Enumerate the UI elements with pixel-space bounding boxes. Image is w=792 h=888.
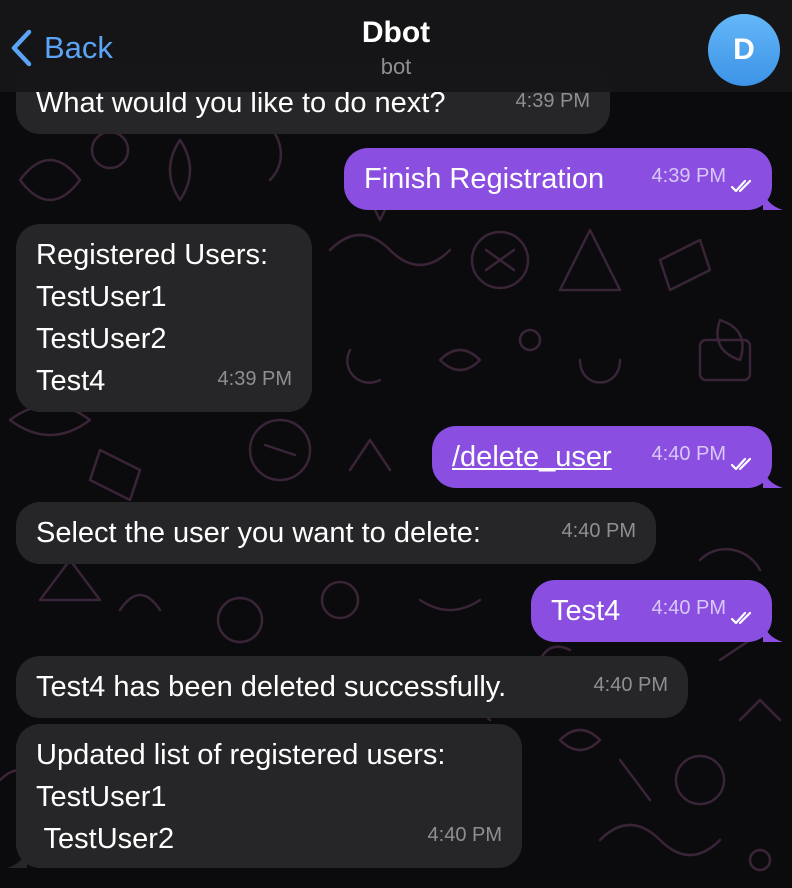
message-bubble-incoming[interactable]: Test4 has been deleted successfully. 4:4… (16, 656, 688, 718)
avatar-initial: D (733, 33, 755, 66)
message-time: 4:40 PM (651, 443, 726, 465)
message-time: 4:40 PM (651, 597, 726, 619)
message-bubble-outgoing[interactable]: Test4 4:40 PM (531, 580, 783, 642)
bubble-tail (763, 620, 783, 642)
bubble-tail (763, 188, 783, 210)
message-time: 4:40 PM (561, 520, 636, 542)
message-text: TestUser1 (36, 781, 167, 813)
double-check-icon (730, 179, 752, 193)
message-bubble-outgoing[interactable]: /delete_user 4:40 PM (432, 426, 783, 488)
message-time: 4:39 PM (651, 165, 726, 187)
message-time: 4:39 PM (217, 368, 292, 390)
chat-subtitle: bot (380, 54, 412, 79)
message-time: 4:40 PM (427, 824, 502, 846)
message-text: TestUser2 (36, 323, 167, 355)
chat-header: Back Dbot bot D (0, 0, 792, 92)
message-text: Registered Users: (36, 239, 269, 271)
message-bubble-incoming[interactable]: Select the user you want to delete: 4:40… (16, 502, 656, 564)
message-text: TestUser1 (36, 281, 167, 313)
message-text: Updated list of registered users: (36, 739, 446, 771)
bubble-tail (7, 846, 27, 868)
message-text: Test4 has been deleted successfully. (36, 671, 507, 703)
avatar[interactable]: D (708, 14, 780, 86)
message-bubble-incoming[interactable]: Updated list of registered users: TestUs… (7, 724, 522, 868)
chat-title[interactable]: Dbot (0, 16, 792, 50)
message-bubble-outgoing[interactable]: Finish Registration 4:39 PM (344, 148, 783, 210)
message-time: 4:40 PM (593, 674, 668, 696)
message-bubble-incoming[interactable]: Registered Users: TestUser1 TestUser2 Te… (16, 224, 312, 412)
double-check-icon (730, 457, 752, 471)
double-check-icon (730, 611, 752, 625)
bubble-tail (763, 466, 783, 488)
